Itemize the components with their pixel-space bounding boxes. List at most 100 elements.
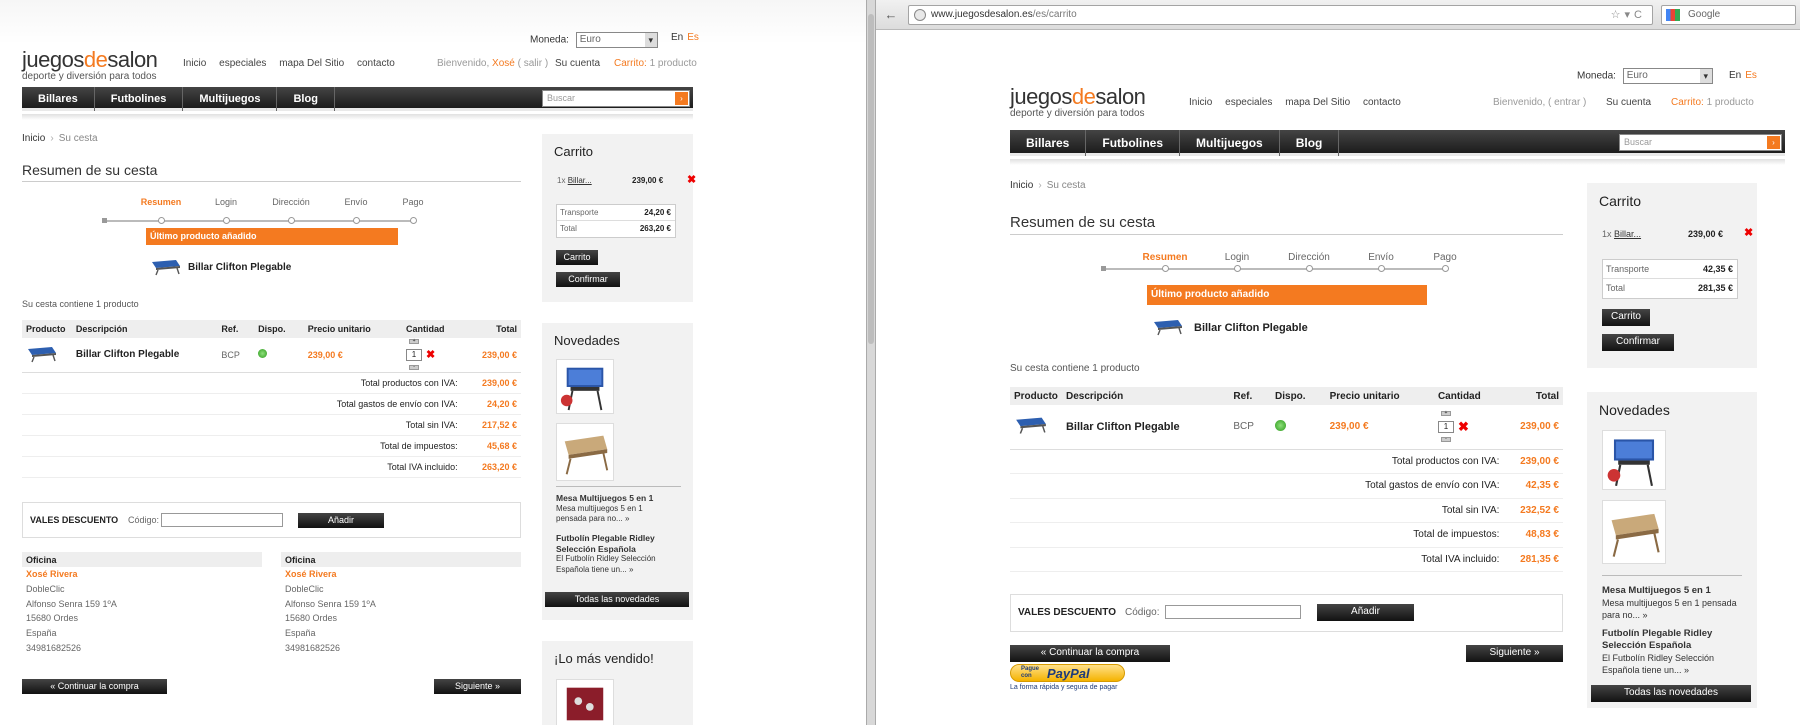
lang-es-link[interactable]: Es bbox=[687, 32, 699, 43]
breadcrumb-home[interactable]: Inicio bbox=[1010, 180, 1033, 191]
breadcrumb-separator: › bbox=[50, 133, 54, 144]
logout-link[interactable]: ( salir ) bbox=[518, 58, 549, 69]
billiard-table-thumbnail[interactable] bbox=[1014, 415, 1048, 435]
qty-down-icon[interactable]: - bbox=[1440, 436, 1451, 442]
qty-down-icon[interactable]: - bbox=[409, 364, 420, 370]
header-cart-link[interactable]: Carrito: 1 producto bbox=[1671, 97, 1754, 108]
voucher-code-input[interactable] bbox=[1165, 605, 1301, 619]
toplink-mapa[interactable]: mapa Del Sitio bbox=[279, 58, 344, 69]
site-logo[interactable]: juegosdesalon deporte y diversión para t… bbox=[22, 47, 158, 82]
site-logo[interactable]: juegosdesalon deporte y diversión para t… bbox=[1010, 84, 1146, 119]
account-link[interactable]: Su cuenta bbox=[555, 58, 600, 69]
menu-billares[interactable]: Billares bbox=[1010, 130, 1087, 156]
add-voucher-button[interactable]: Añadir bbox=[298, 513, 384, 528]
add-voucher-button[interactable]: Añadir bbox=[1317, 604, 1414, 621]
welcome-user-name[interactable]: Xosé bbox=[492, 58, 515, 69]
lang-en-link[interactable]: En bbox=[671, 32, 683, 43]
search-input[interactable]: Buscar › bbox=[1619, 134, 1782, 151]
quantity-input[interactable]: 1 bbox=[1437, 420, 1454, 433]
menu-multijuegos[interactable]: Multijuegos bbox=[183, 87, 278, 111]
bestseller-product-image[interactable] bbox=[556, 679, 614, 725]
sidebar-cart-item-link[interactable]: Billar... bbox=[1614, 229, 1641, 239]
lang-en-link[interactable]: En bbox=[1729, 70, 1741, 81]
toplink-inicio[interactable]: Inicio bbox=[1189, 97, 1212, 108]
remove-item-icon[interactable]: ✖ bbox=[426, 349, 435, 361]
address-bar[interactable]: www.juegosdesalon.es/es/carrito ☆▾C bbox=[908, 5, 1653, 25]
row-description[interactable]: Billar Clifton Plegable bbox=[1061, 405, 1230, 450]
novedad-1-desc[interactable]: para no... » bbox=[1602, 609, 1752, 621]
sidebar-cart-button[interactable]: Carrito bbox=[1602, 309, 1650, 326]
search-go-icon[interactable]: › bbox=[675, 92, 688, 105]
sidebar-remove-icon[interactable]: ✖ bbox=[687, 173, 696, 186]
all-novelties-button[interactable]: Todas las novedades bbox=[545, 592, 689, 607]
novedad-2-desc[interactable]: Española tiene un... » bbox=[556, 565, 686, 576]
bookmark-star-icon[interactable]: ☆ bbox=[1611, 9, 1625, 21]
header-cart-link[interactable]: Carrito: 1 producto bbox=[614, 58, 697, 69]
vertical-scrollbar[interactable] bbox=[866, 0, 876, 725]
reload-icon[interactable]: C bbox=[1634, 9, 1646, 21]
lang-es-link[interactable]: Es bbox=[1745, 70, 1757, 81]
quantity-input[interactable]: 1 bbox=[406, 348, 423, 361]
currency-select[interactable]: Euro bbox=[1622, 68, 1713, 84]
paypal-button[interactable]: Pague con PayPal bbox=[1010, 664, 1125, 682]
multigame-table-image[interactable] bbox=[1602, 430, 1666, 490]
added-product-name[interactable]: Billar Clifton Plegable bbox=[188, 262, 291, 273]
toplink-especiales[interactable]: especiales bbox=[219, 58, 266, 69]
menu-blog[interactable]: Blog bbox=[1280, 130, 1340, 156]
site-identity-icon[interactable] bbox=[914, 9, 926, 21]
qty-up-icon[interactable]: + bbox=[1440, 410, 1451, 416]
toplink-inicio[interactable]: Inicio bbox=[183, 58, 206, 69]
remove-item-icon[interactable]: ✖ bbox=[1458, 419, 1469, 434]
currency-select[interactable]: Euro bbox=[575, 32, 658, 48]
menu-futbolines[interactable]: Futbolines bbox=[1086, 130, 1181, 156]
menu-multijuegos[interactable]: Multijuegos bbox=[1180, 130, 1280, 156]
breadcrumb-home[interactable]: Inicio bbox=[22, 133, 45, 144]
qty-up-icon[interactable]: + bbox=[409, 338, 420, 344]
novedad-2-title[interactable]: Futbolín Plegable Ridley bbox=[556, 533, 686, 544]
welcome-login-link[interactable]: Bienvenido, ( entrar ) bbox=[1493, 97, 1586, 108]
novedad-1-title[interactable]: Mesa Multijuegos 5 en 1 bbox=[1602, 585, 1752, 597]
google-engine-icon[interactable] bbox=[1666, 9, 1680, 21]
account-link[interactable]: Su cuenta bbox=[1606, 97, 1651, 108]
search-input[interactable]: Buscar › bbox=[542, 90, 690, 107]
search-go-icon[interactable]: › bbox=[1767, 136, 1780, 149]
novedad-2-title[interactable]: Futbolín Plegable Ridley bbox=[1602, 628, 1752, 640]
foosball-table-image[interactable] bbox=[1602, 500, 1666, 564]
row-description[interactable]: Billar Clifton Plegable bbox=[71, 338, 218, 373]
back-arrow-icon[interactable]: ← bbox=[882, 6, 900, 24]
menu-futbolines[interactable]: Futbolines bbox=[95, 87, 184, 111]
billiard-table-thumbnail[interactable] bbox=[26, 345, 58, 363]
novedad-2-desc[interactable]: Española tiene un... » bbox=[1602, 664, 1752, 676]
toplink-especiales[interactable]: especiales bbox=[1225, 97, 1272, 108]
novedad-2-title[interactable]: Selección Española bbox=[556, 544, 686, 555]
voucher-code-input[interactable] bbox=[161, 513, 283, 527]
paypal-badge[interactable]: Pague con PayPal La forma rápida y segur… bbox=[1010, 664, 1130, 692]
foosball-table-image[interactable] bbox=[556, 423, 614, 481]
sidebar-remove-icon[interactable]: ✖ bbox=[1744, 226, 1753, 239]
sidebar-cart-button[interactable]: Carrito bbox=[556, 250, 598, 265]
scrollbar-thumb[interactable] bbox=[868, 14, 874, 344]
continue-shopping-button[interactable]: « Continuar la compra bbox=[22, 679, 167, 694]
billiard-table-thumbnail[interactable] bbox=[150, 258, 182, 276]
toplink-contacto[interactable]: contacto bbox=[357, 58, 395, 69]
next-button[interactable]: Siguiente » bbox=[1466, 645, 1563, 662]
added-product-name[interactable]: Billar Clifton Plegable bbox=[1194, 322, 1308, 334]
toplink-mapa[interactable]: mapa Del Sitio bbox=[1285, 97, 1350, 108]
sidebar-confirm-button[interactable]: Confirmar bbox=[556, 272, 620, 287]
novedad-1-title[interactable]: Mesa Multijuegos 5 en 1 bbox=[556, 493, 686, 504]
continue-shopping-button[interactable]: « Continuar la compra bbox=[1010, 645, 1170, 662]
menu-billares[interactable]: Billares bbox=[22, 87, 95, 111]
all-novelties-button[interactable]: Todas las novedades bbox=[1591, 685, 1751, 702]
novedad-2-title[interactable]: Selección Española bbox=[1602, 640, 1752, 652]
billiard-table-thumbnail[interactable] bbox=[1152, 318, 1184, 336]
sidebar-confirm-button[interactable]: Confirmar bbox=[1602, 334, 1674, 351]
step-dot bbox=[1442, 265, 1449, 272]
next-button[interactable]: Siguiente » bbox=[434, 679, 521, 694]
multigame-table-image[interactable] bbox=[556, 359, 614, 414]
toplink-contacto[interactable]: contacto bbox=[1363, 97, 1401, 108]
sidebar-cart-item-link[interactable]: Billar... bbox=[568, 176, 592, 185]
novedad-1-desc[interactable]: pensada para no... » bbox=[556, 514, 686, 525]
history-dropdown-icon[interactable]: ▾ bbox=[1625, 9, 1635, 21]
menu-blog[interactable]: Blog bbox=[277, 87, 335, 111]
browser-search-box[interactable]: Google bbox=[1661, 5, 1796, 25]
